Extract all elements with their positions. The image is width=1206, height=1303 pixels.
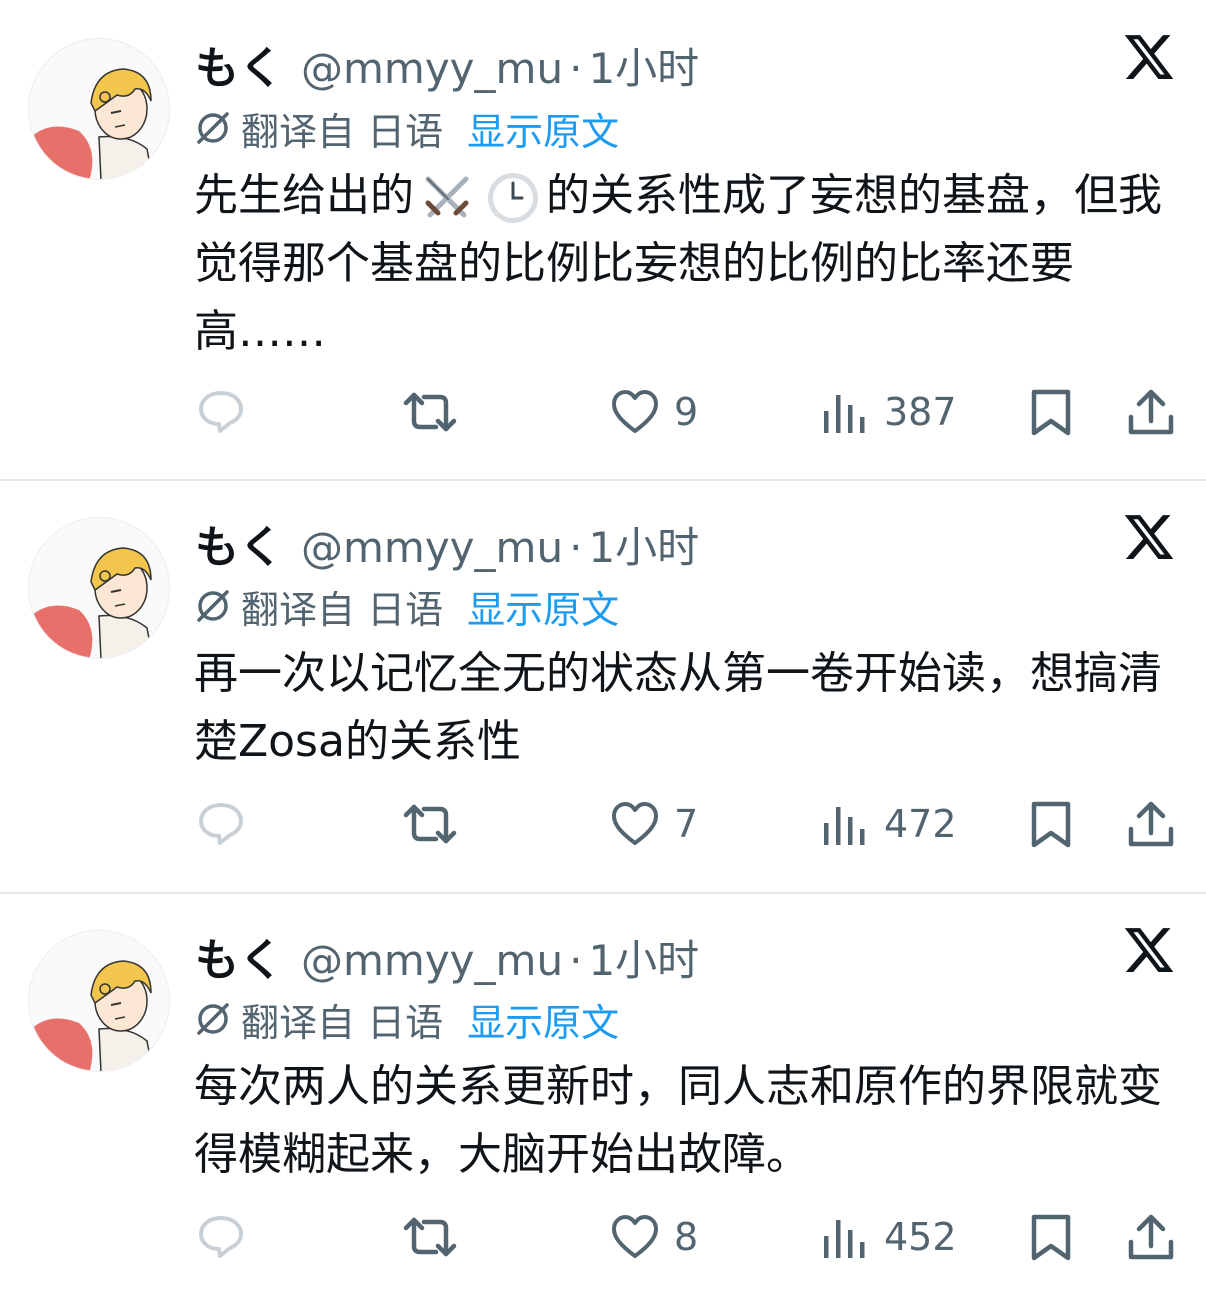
- bookmark-button[interactable]: [1026, 382, 1076, 442]
- reply-icon: [199, 1216, 243, 1258]
- share-button[interactable]: [1126, 382, 1176, 442]
- translated-label: 翻译自 日语: [241, 587, 444, 632]
- reply-icon: [199, 803, 243, 845]
- share-icon: [1128, 389, 1174, 435]
- author-handle[interactable]: @mmyy_mu: [301, 936, 563, 985]
- avatar-image: [29, 518, 169, 658]
- like-button[interactable]: 9: [610, 382, 698, 442]
- show-original-link[interactable]: 显示原文: [467, 579, 619, 634]
- tweet-text: 再一次以记忆全无的状态从第一卷开始读，想搞清楚Zosa的关系性: [194, 648, 1162, 767]
- tweet[interactable]: もく @mmyy_mu · 1小时 翻译自 日语 显示原文 先生给出的 的关系性…: [0, 0, 1206, 480]
- heart-icon: [612, 802, 658, 845]
- like-count: 8: [674, 1215, 699, 1259]
- tweet-text: 每次两人的关系更新时，同人志和原作的界限就变得模糊起来，大脑开始出故障。: [194, 1061, 1162, 1180]
- heart-icon: [612, 390, 658, 433]
- like-button[interactable]: 8: [610, 1207, 698, 1267]
- tweet-text: 先生给出的 的关系性成了妄想的基盘，但我觉得那个基盘的比例比妄想的比例的比率还要…: [194, 162, 1174, 366]
- author-name[interactable]: もく: [195, 924, 283, 988]
- bookmark-button[interactable]: [1026, 794, 1076, 854]
- like-count: 9: [674, 390, 699, 434]
- translate-icon: [197, 112, 229, 144]
- x-logo-icon[interactable]: [1122, 923, 1176, 977]
- retweet-icon: [403, 392, 457, 432]
- translated-label: 翻译自 日语: [241, 109, 444, 154]
- views-icon: [824, 1220, 865, 1258]
- share-icon: [1128, 801, 1174, 847]
- retweet-icon: [403, 804, 457, 844]
- separator-dot: ·: [569, 523, 583, 572]
- avatar[interactable]: [28, 517, 170, 659]
- show-original-link[interactable]: 显示原文: [467, 101, 619, 156]
- reply-button[interactable]: [196, 1207, 246, 1267]
- author-handle[interactable]: @mmyy_mu: [301, 44, 563, 93]
- like-button[interactable]: 7: [610, 794, 698, 854]
- retweet-button[interactable]: [402, 794, 458, 854]
- author-handle[interactable]: @mmyy_mu: [301, 523, 563, 572]
- tweet[interactable]: もく @mmyy_mu · 1小时 翻译自 日语 显示原文 再一次以记忆全无的状…: [0, 480, 1206, 893]
- timestamp[interactable]: 1小时: [588, 514, 699, 575]
- author-name[interactable]: もく: [195, 32, 283, 96]
- author-name[interactable]: もく: [195, 511, 283, 575]
- bookmark-icon: [1031, 389, 1071, 436]
- retweet-button[interactable]: [402, 382, 458, 442]
- view-count: 452: [884, 1215, 957, 1259]
- tweet-text-part: 先生给出的: [194, 170, 414, 221]
- x-logo-icon[interactable]: [1122, 30, 1176, 84]
- views-icon: [824, 395, 865, 433]
- bookmark-icon: [1031, 1214, 1071, 1261]
- avatar[interactable]: [28, 38, 170, 180]
- views-icon: [824, 807, 865, 845]
- heart-icon: [612, 1215, 658, 1258]
- timestamp[interactable]: 1小时: [588, 927, 699, 988]
- x-logo-icon[interactable]: [1122, 510, 1176, 564]
- avatar[interactable]: [28, 930, 170, 1072]
- view-count: 472: [884, 802, 957, 846]
- crossed-swords-icon: [420, 171, 474, 225]
- bookmark-icon: [1031, 801, 1071, 848]
- separator-dot: ·: [569, 44, 583, 93]
- reply-button[interactable]: [196, 382, 246, 442]
- share-button[interactable]: [1126, 1207, 1176, 1267]
- reply-icon: [199, 391, 243, 433]
- translated-label: 翻译自 日语: [241, 1000, 444, 1045]
- share-button[interactable]: [1126, 794, 1176, 854]
- avatar-image: [29, 39, 169, 179]
- views-button[interactable]: 387: [820, 382, 957, 442]
- separator-dot: ·: [569, 936, 583, 985]
- avatar-image: [29, 931, 169, 1071]
- translate-icon: [197, 1003, 229, 1035]
- like-count: 7: [674, 802, 699, 846]
- retweet-icon: [403, 1217, 457, 1257]
- views-button[interactable]: 452: [820, 1207, 957, 1267]
- clock-icon: [488, 173, 538, 223]
- views-button[interactable]: 472: [820, 794, 957, 854]
- share-icon: [1128, 1214, 1174, 1260]
- timestamp[interactable]: 1小时: [588, 35, 699, 96]
- translate-icon: [197, 590, 229, 622]
- reply-button[interactable]: [196, 794, 246, 854]
- show-original-link[interactable]: 显示原文: [467, 992, 619, 1047]
- bookmark-button[interactable]: [1026, 1207, 1076, 1267]
- tweet[interactable]: もく @mmyy_mu · 1小时 翻译自 日语 显示原文 每次两人的关系更新时…: [0, 893, 1206, 1303]
- view-count: 387: [884, 390, 957, 434]
- retweet-button[interactable]: [402, 1207, 458, 1267]
